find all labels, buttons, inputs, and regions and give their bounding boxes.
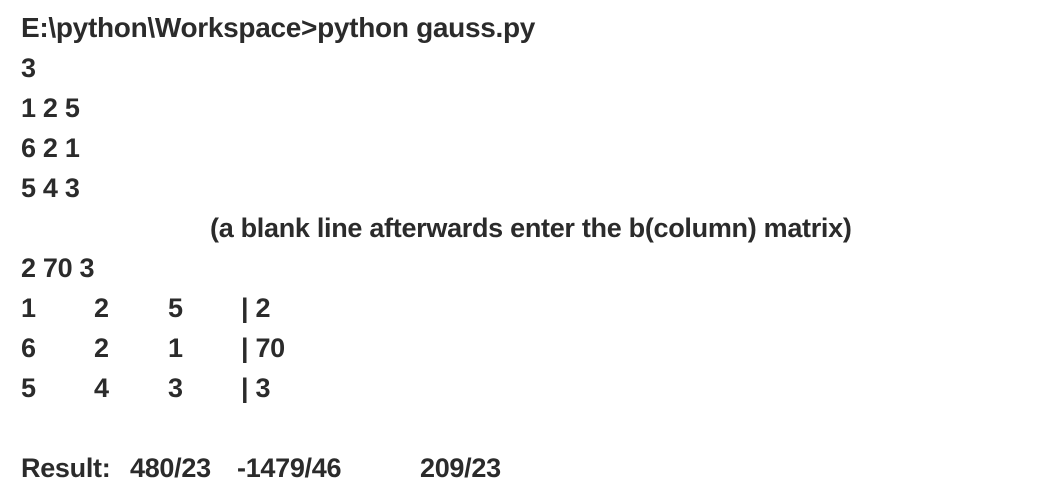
result-value-x3: 209/23	[420, 453, 501, 483]
result-label: Result:	[21, 453, 111, 483]
result-value-x2: -1479/46	[237, 453, 342, 483]
command-line: E:\python\Workspace>python gauss.py	[21, 12, 536, 43]
matrix-b-cell: | 70	[241, 333, 285, 363]
matrix-row-input-2: 6 2 1	[21, 133, 80, 163]
matrix-cell: 2	[94, 293, 109, 323]
matrix-cell: 2	[94, 333, 109, 363]
instruction-note: (a blank line afterwards enter the b(col…	[210, 213, 852, 243]
matrix-b-cell: | 2	[241, 293, 271, 323]
matrix-row-input-1: 1 2 5	[21, 93, 80, 123]
result-value-x1: 480/23	[130, 453, 211, 483]
matrix-cell: 5	[21, 373, 36, 403]
matrix-size-input: 3	[21, 53, 36, 83]
b-vector-input: 2 70 3	[21, 253, 95, 283]
matrix-cell: 5	[168, 293, 183, 323]
matrix-cell: 1	[21, 293, 36, 323]
matrix-cell: 3	[168, 373, 183, 403]
matrix-b-cell: | 3	[241, 373, 271, 403]
matrix-cell: 1	[168, 333, 183, 363]
result-line: Result: 480/23 -1479/46 209/23	[0, 453, 1050, 483]
matrix-row-input-3: 5 4 3	[21, 173, 80, 203]
matrix-cell: 4	[94, 373, 109, 403]
matrix-cell: 6	[21, 333, 36, 363]
